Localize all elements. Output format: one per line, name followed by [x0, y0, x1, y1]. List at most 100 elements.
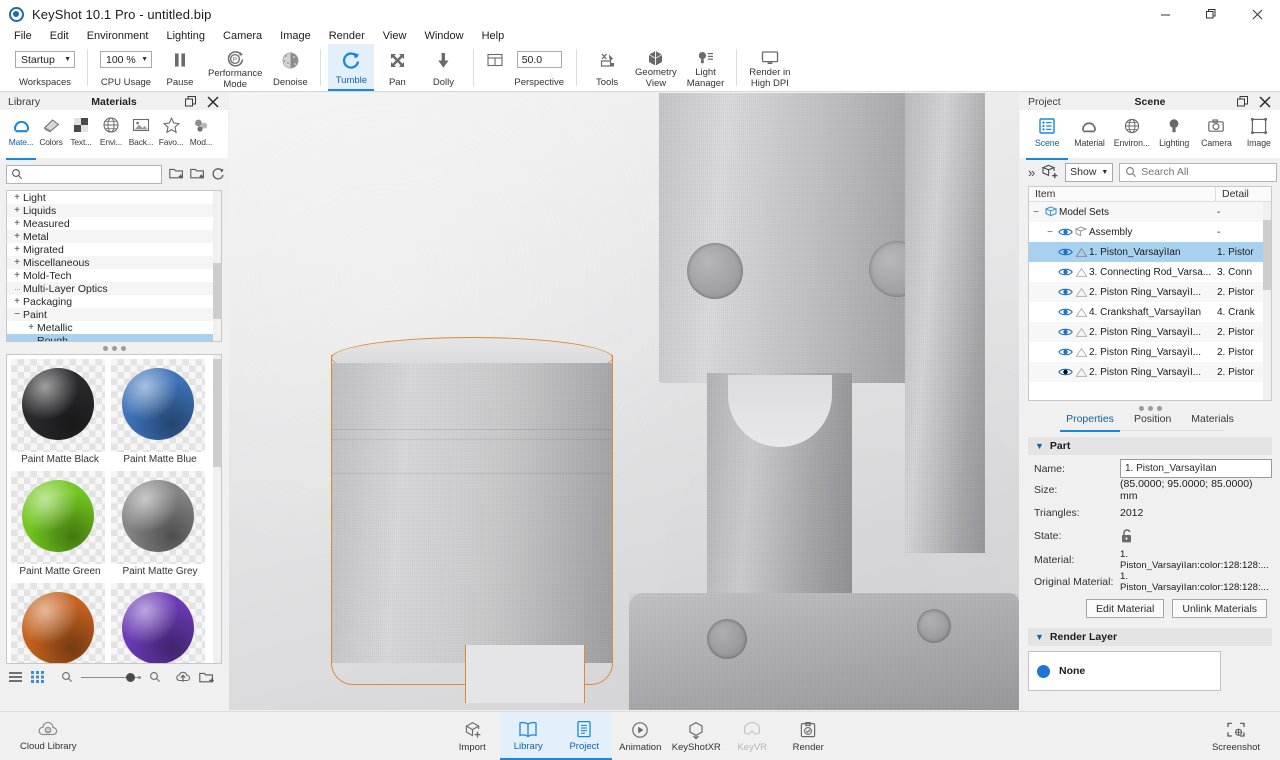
- library-tree-item[interactable]: + Metal: [7, 230, 221, 243]
- minimize-button[interactable]: [1142, 0, 1188, 28]
- animation-button[interactable]: Animation: [612, 712, 668, 760]
- library-tab-materials[interactable]: Mate...: [6, 112, 36, 160]
- library-search-box[interactable]: [6, 164, 162, 184]
- project-close-icon[interactable]: [1259, 95, 1271, 108]
- grid-view-icon[interactable]: [31, 671, 45, 683]
- expander-icon[interactable]: +: [11, 205, 23, 216]
- keyshotxr-button[interactable]: KeyShotXR: [668, 712, 724, 760]
- expander-icon[interactable]: +: [11, 296, 23, 307]
- library-close-icon[interactable]: [207, 95, 219, 108]
- light-manager-button[interactable]: Light Manager: [682, 44, 730, 91]
- visibility-eye-icon[interactable]: [1057, 367, 1073, 377]
- library-panel-tab[interactable]: Library: [0, 96, 48, 108]
- library-tree-item-rough[interactable]: ··· Rough: [7, 334, 221, 341]
- menu-environment[interactable]: Environment: [78, 28, 158, 44]
- menu-view[interactable]: View: [374, 28, 416, 44]
- visibility-eye-icon[interactable]: [1057, 287, 1073, 297]
- menu-file[interactable]: File: [5, 28, 41, 44]
- screenshot-button[interactable]: Screenshot: [1204, 720, 1268, 753]
- menu-window[interactable]: Window: [415, 28, 472, 44]
- visibility-eye-icon[interactable]: [1057, 307, 1073, 317]
- scene-tree-row-model-sets[interactable]: − Model Sets -: [1029, 202, 1271, 222]
- visibility-eye-icon[interactable]: [1057, 247, 1073, 257]
- scene-tree-row[interactable]: 4. Crankshaft_VarsayìIan 4. Crank: [1029, 302, 1271, 322]
- project-panel-tab[interactable]: Project: [1020, 96, 1069, 108]
- material-item[interactable]: Paint Matte Blue: [111, 359, 209, 469]
- scene-tree-row[interactable]: 3. Connecting Rod_Varsa... 3. Conn: [1029, 262, 1271, 282]
- scene-tree-scrollbar[interactable]: [1263, 202, 1271, 400]
- unlink-materials-button[interactable]: Unlink Materials: [1172, 599, 1268, 618]
- library-tab-environments[interactable]: Envi...: [96, 112, 126, 158]
- material-item[interactable]: Paint Matte Purple: [111, 583, 209, 663]
- scene-tree-row[interactable]: 2. Piston Ring_VarsayìI... 2. Pistor: [1029, 322, 1271, 342]
- import-button[interactable]: Import: [444, 712, 500, 760]
- render-button[interactable]: Render: [780, 712, 836, 760]
- visibility-eye-icon[interactable]: [1057, 267, 1073, 277]
- project-splitter-handle[interactable]: [1020, 401, 1280, 413]
- scene-tree-row[interactable]: 2. Piston Ring_VarsayìI... 2. Pistor: [1029, 282, 1271, 302]
- expander-icon[interactable]: +: [11, 218, 23, 229]
- render-high-dpi-button[interactable]: Render in High DPI: [744, 44, 795, 91]
- tab-materials[interactable]: Materials: [1189, 413, 1236, 431]
- menu-camera[interactable]: Camera: [214, 28, 271, 44]
- scrollbar-thumb[interactable]: [213, 263, 221, 319]
- selected-piston-part[interactable]: [331, 337, 613, 703]
- expander-icon[interactable]: +: [11, 257, 23, 268]
- library-tree-item[interactable]: + Mold-Tech: [7, 269, 221, 282]
- refresh-icon[interactable]: [211, 167, 225, 181]
- denoise-button[interactable]: Denoise: [267, 44, 313, 91]
- perspective-value-input[interactable]: 50.0: [516, 51, 562, 68]
- material-item[interactable]: Paint Matte Grey: [111, 471, 209, 581]
- render-viewport[interactable]: 9: [229, 93, 1019, 710]
- material-grid-scrollbar[interactable]: [213, 355, 221, 663]
- library-tab-textures[interactable]: Text...: [66, 112, 96, 158]
- scene-tree-row[interactable]: 2. Piston Ring_VarsayìI... 2. Pistor: [1029, 362, 1271, 382]
- project-tab-environment[interactable]: Environ...: [1111, 112, 1153, 158]
- dolly-button[interactable]: Dolly: [420, 44, 466, 91]
- workspaces-control[interactable]: Startup ▼ Workspaces: [10, 44, 80, 91]
- thumbnail-size-slider[interactable]: [81, 672, 141, 682]
- expander-icon[interactable]: −: [1043, 227, 1057, 238]
- tab-properties[interactable]: Properties: [1060, 413, 1120, 432]
- workspaces-dropdown[interactable]: Startup ▼: [15, 51, 75, 68]
- pan-button[interactable]: Pan: [374, 44, 420, 91]
- material-item[interactable]: Paint Matte Black: [11, 359, 109, 469]
- library-category-tree[interactable]: + Light + Liquids + Measured + Metal + Migrat…: [6, 190, 222, 342]
- scene-tree-row-assembly[interactable]: − Assembly -: [1029, 222, 1271, 242]
- library-tree-item[interactable]: + Miscellaneous: [7, 256, 221, 269]
- visibility-eye-icon[interactable]: [1057, 327, 1073, 337]
- library-splitter-handle[interactable]: [0, 342, 228, 354]
- library-tree-item[interactable]: ··· Multi-Layer Optics: [7, 282, 221, 295]
- keyvr-button[interactable]: KeyVR: [724, 712, 780, 760]
- visibility-eye-icon[interactable]: [1057, 227, 1073, 237]
- material-grid[interactable]: Paint Matte Black Paint Matte Blue Paint…: [6, 354, 222, 664]
- expander-icon[interactable]: +: [11, 192, 23, 203]
- library-tree-item[interactable]: + Measured: [7, 217, 221, 230]
- scene-tree-row[interactable]: 2. Piston Ring_VarsayìI... 2. Pistor: [1029, 342, 1271, 362]
- library-tree-scrollbar[interactable]: [213, 191, 221, 341]
- scene-search-input[interactable]: [1137, 166, 1277, 178]
- cpu-usage-dropdown[interactable]: 100 % ▼: [100, 51, 152, 68]
- library-tab-models[interactable]: Mod...: [186, 112, 216, 158]
- library-tree-item[interactable]: + Migrated: [7, 243, 221, 256]
- project-tab-lighting[interactable]: Lighting: [1153, 112, 1195, 158]
- render-layer-list[interactable]: None: [1028, 651, 1221, 691]
- pause-button[interactable]: Pause: [157, 44, 203, 91]
- project-tab-scene[interactable]: Scene: [1026, 112, 1069, 160]
- menu-help[interactable]: Help: [473, 28, 514, 44]
- project-tab-camera[interactable]: Camera: [1195, 112, 1237, 158]
- part-section-header[interactable]: ▼ Part: [1028, 437, 1272, 455]
- expander-icon[interactable]: +: [11, 244, 23, 255]
- open-folder-icon[interactable]: [199, 671, 214, 684]
- visibility-eye-icon[interactable]: [1057, 347, 1073, 357]
- restore-button[interactable]: [1188, 0, 1234, 28]
- expander-icon[interactable]: +: [11, 231, 23, 242]
- library-tab-favorites[interactable]: Favo...: [156, 112, 186, 158]
- cloud-upload-icon[interactable]: [175, 670, 191, 684]
- performance-mode-button[interactable]: P Performance Mode: [203, 44, 267, 91]
- expander-icon[interactable]: −: [11, 309, 23, 320]
- expand-all-icon[interactable]: »: [1028, 165, 1035, 180]
- expander-icon[interactable]: +: [11, 270, 23, 281]
- cpu-usage-control[interactable]: 100 % ▼ CPU Usage: [95, 44, 157, 91]
- list-view-icon[interactable]: [8, 671, 23, 683]
